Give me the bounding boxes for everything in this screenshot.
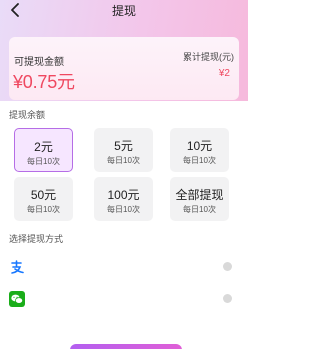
amount-option-2[interactable]: 2元 每日10次 bbox=[14, 128, 73, 172]
total-withdrawn-label: 累计提现(元) bbox=[183, 52, 234, 62]
amount-option-5[interactable]: 5元 每日10次 bbox=[94, 128, 153, 172]
radio-alipay[interactable] bbox=[223, 262, 232, 271]
option-limit: 每日10次 bbox=[183, 156, 216, 165]
option-amount: 10元 bbox=[186, 139, 213, 153]
option-limit: 每日10次 bbox=[183, 205, 216, 214]
available-amount: ¥0.75元 bbox=[13, 72, 75, 92]
wechat-pay-icon bbox=[9, 291, 25, 307]
option-limit: 每日10次 bbox=[27, 157, 60, 166]
available-label: 可提现金额 bbox=[14, 57, 64, 68]
radio-wechat[interactable] bbox=[223, 294, 232, 303]
amount-section-title: 提现余额 bbox=[9, 110, 46, 120]
confirm-withdraw-button[interactable] bbox=[70, 344, 182, 349]
alipay-icon bbox=[9, 259, 25, 275]
payment-method-wechat[interactable] bbox=[0, 290, 248, 312]
option-amount: 全部提现 bbox=[175, 188, 224, 202]
amount-option-50[interactable]: 50元 每日10次 bbox=[14, 177, 73, 221]
amount-option-10[interactable]: 10元 每日10次 bbox=[170, 128, 229, 172]
option-amount: 100元 bbox=[107, 188, 140, 202]
balance-card: 可提现金额 ¥0.75元 累计提现(元) ¥2 bbox=[9, 37, 239, 100]
method-section-title: 选择提现方式 bbox=[9, 234, 64, 244]
amount-option-all[interactable]: 全部提现 每日10次 bbox=[170, 177, 229, 221]
option-amount: 50元 bbox=[30, 188, 57, 202]
payment-method-alipay[interactable] bbox=[0, 258, 248, 280]
option-limit: 每日10次 bbox=[107, 156, 140, 165]
amount-option-100[interactable]: 100元 每日10次 bbox=[94, 177, 153, 221]
nav-bar: 提现 bbox=[0, 0, 248, 22]
option-limit: 每日10次 bbox=[27, 205, 60, 214]
option-limit: 每日10次 bbox=[107, 205, 140, 214]
total-withdrawn-amount: ¥2 bbox=[218, 68, 230, 79]
option-amount: 2元 bbox=[34, 140, 53, 154]
option-amount: 5元 bbox=[114, 139, 133, 153]
page-title: 提现 bbox=[111, 4, 136, 18]
